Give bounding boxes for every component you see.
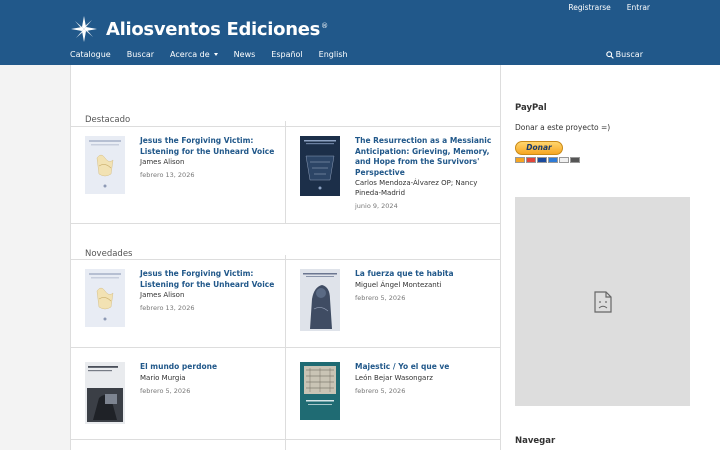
- book-date: febrero 5, 2026: [140, 386, 191, 395]
- star-logo-icon: [71, 16, 97, 42]
- nav-news[interactable]: News: [234, 50, 256, 59]
- search-icon: [605, 50, 614, 59]
- book-author: Miguel Ángel Montezanti: [355, 280, 442, 289]
- section-divider: [71, 259, 501, 260]
- paypal-description: Donar a este proyecto =): [515, 123, 611, 132]
- book-cover[interactable]: [300, 136, 340, 196]
- book-cover[interactable]: [85, 269, 125, 327]
- nav-catalogue[interactable]: Catalogue: [70, 50, 111, 59]
- card-icon: [548, 157, 558, 163]
- login-link[interactable]: Entrar: [627, 3, 650, 12]
- payment-cards: [515, 157, 580, 163]
- book-author: Mario Murgia: [140, 373, 186, 382]
- nav-about[interactable]: Acerca de: [170, 50, 218, 59]
- book-title[interactable]: Majestic / Yo el que ve: [355, 362, 500, 373]
- brand-name: Aliosventos Ediciones: [106, 18, 321, 40]
- grid-divider: [285, 255, 286, 450]
- book-author: James Alison: [140, 158, 185, 166]
- sidebar: PayPal Donar a este proyecto =) Donar Na…: [501, 65, 720, 450]
- grid-divider: [285, 121, 286, 224]
- new-releases-heading: Novedades: [85, 249, 137, 259]
- book-date: febrero 5, 2026: [355, 293, 406, 302]
- card-icon: [537, 157, 547, 163]
- book-title[interactable]: The Resurrection as a Messianic Anticipa…: [355, 136, 500, 178]
- book-title[interactable]: Jesus the Forgiving Victim: Listening fo…: [140, 136, 285, 157]
- grid-divider: [71, 347, 501, 348]
- image-placeholder: [515, 197, 690, 406]
- grid-divider: [71, 223, 501, 224]
- caret-down-icon: [213, 53, 218, 56]
- book-date: febrero 13, 2026: [140, 304, 195, 312]
- book-date: junio 9, 2024: [355, 202, 398, 210]
- card-icon: [559, 157, 569, 163]
- book-author: León Bejar Wasongarz: [355, 373, 433, 382]
- card-icon: [526, 157, 536, 163]
- user-nav: Registrarse Entrar: [568, 3, 650, 12]
- book-cover[interactable]: [85, 362, 125, 424]
- site-header: Registrarse Entrar Aliosventos Ediciones…: [0, 0, 720, 65]
- navigate-heading: Navegar: [515, 436, 556, 446]
- register-link[interactable]: Registrarse: [568, 3, 610, 12]
- book-title[interactable]: El mundo perdone: [140, 362, 285, 373]
- book-date: febrero 5, 2026: [355, 386, 406, 395]
- broken-image-icon: [593, 290, 612, 313]
- nav-spanish[interactable]: Español: [271, 50, 302, 59]
- book-title[interactable]: Jesus the Forgiving Victim: Listening fo…: [140, 269, 285, 290]
- book-date: febrero 13, 2026: [140, 171, 195, 179]
- nav-english[interactable]: English: [319, 50, 348, 59]
- nav-search[interactable]: Buscar: [127, 50, 154, 59]
- book-cover[interactable]: [85, 136, 125, 194]
- card-icon: [515, 157, 525, 163]
- donate-button[interactable]: Donar: [515, 141, 563, 155]
- main-nav: Catalogue Buscar Acerca de News Español …: [70, 50, 364, 59]
- card-icon: [570, 157, 580, 163]
- grid-divider: [71, 439, 501, 440]
- search-link[interactable]: Buscar: [605, 50, 643, 59]
- section-divider: [71, 126, 501, 127]
- book-cover[interactable]: [300, 362, 340, 420]
- book-cover[interactable]: [300, 269, 340, 331]
- site-logo[interactable]: Aliosventos Ediciones®: [70, 15, 328, 43]
- book-author: James Alison: [140, 291, 185, 299]
- book-author: Carlos Mendoza-Álvarez OP; Nancy Pineda-…: [355, 179, 478, 197]
- paypal-heading: PayPal: [515, 103, 547, 113]
- brand-registered-mark: ®: [321, 21, 328, 30]
- main-content: Destacado Jesus the Forgiving Victim: Li…: [70, 65, 501, 450]
- donate-widget: Donar: [515, 141, 580, 163]
- book-title[interactable]: La fuerza que te habita: [355, 269, 500, 280]
- featured-heading: Destacado: [85, 115, 135, 125]
